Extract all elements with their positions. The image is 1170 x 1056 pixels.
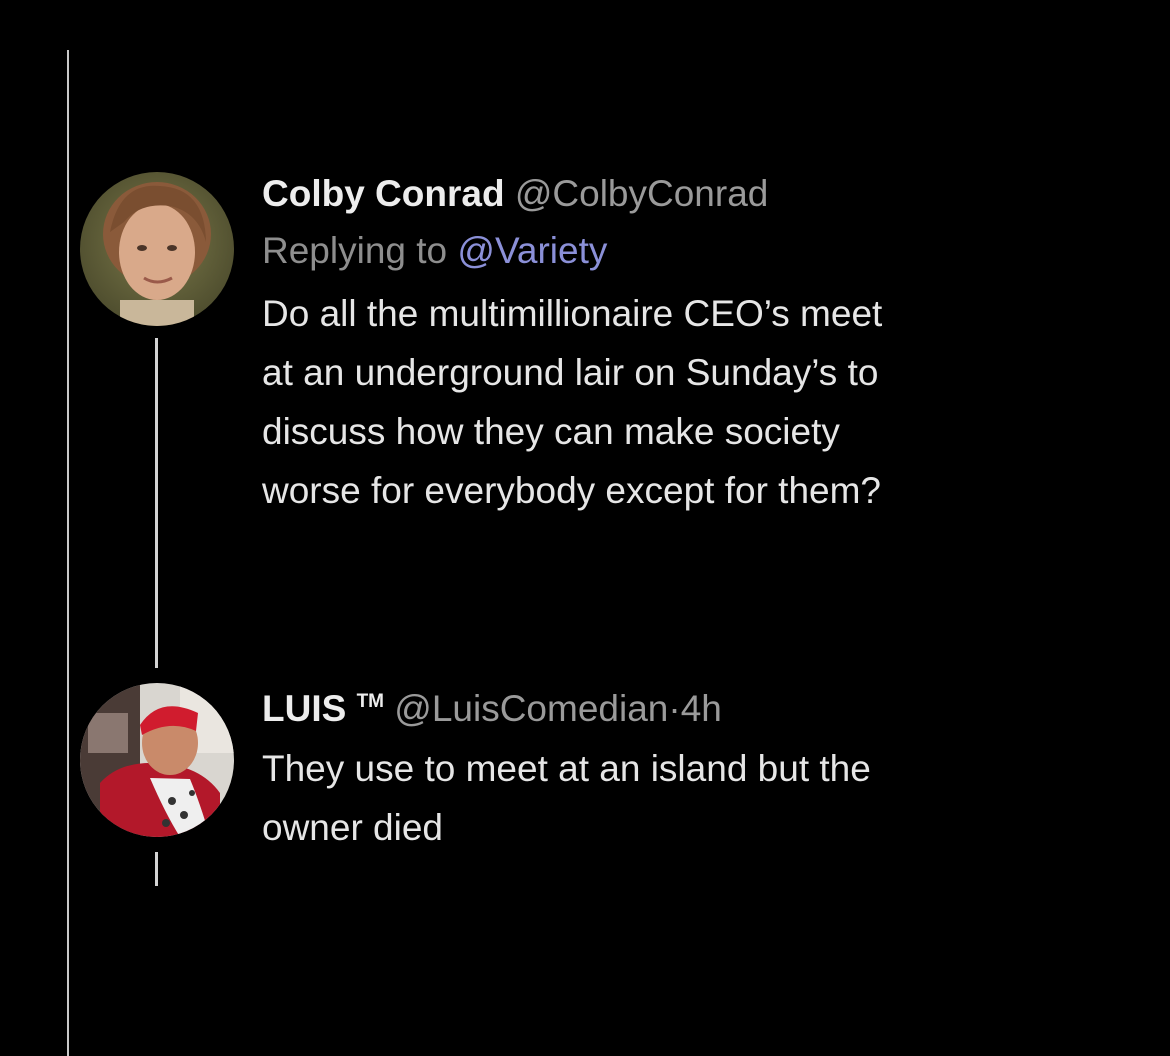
mention-link[interactable]: @Variety [457, 230, 607, 271]
person-photo-icon [80, 683, 234, 837]
person-photo-icon [80, 172, 234, 326]
replying-to: Replying to @Variety [262, 220, 1122, 282]
avatar[interactable] [80, 172, 234, 326]
trademark-badge: TM [356, 691, 384, 712]
replying-to-label: Replying to [262, 230, 448, 271]
tweet[interactable]: Colby Conrad @ColbyConrad Replying to @V… [262, 168, 1122, 520]
user-handle[interactable]: @ColbyConrad [515, 173, 769, 214]
avatar[interactable] [80, 683, 234, 837]
timestamp[interactable]: 4h [681, 688, 722, 729]
tweet[interactable]: LUIS TM @LuisComedian·4h They use to mee… [262, 676, 1122, 857]
tweet-header: LUIS TM @LuisComedian·4h [262, 676, 1122, 735]
left-edge-line [67, 50, 69, 1056]
thread-connector-line [155, 852, 158, 886]
display-name[interactable]: Colby Conrad [262, 173, 505, 214]
tweet-text: They use to meet at an island but the ow… [262, 748, 871, 848]
separator-dot: · [668, 688, 681, 729]
display-name[interactable]: LUIS [262, 688, 346, 729]
user-handle[interactable]: @LuisComedian [394, 688, 668, 729]
thread-connector-line [155, 338, 158, 668]
tweet-header: Colby Conrad @ColbyConrad [262, 168, 1122, 220]
tweet-text: Do all the multimillionaire CEO’s meet a… [262, 293, 883, 511]
